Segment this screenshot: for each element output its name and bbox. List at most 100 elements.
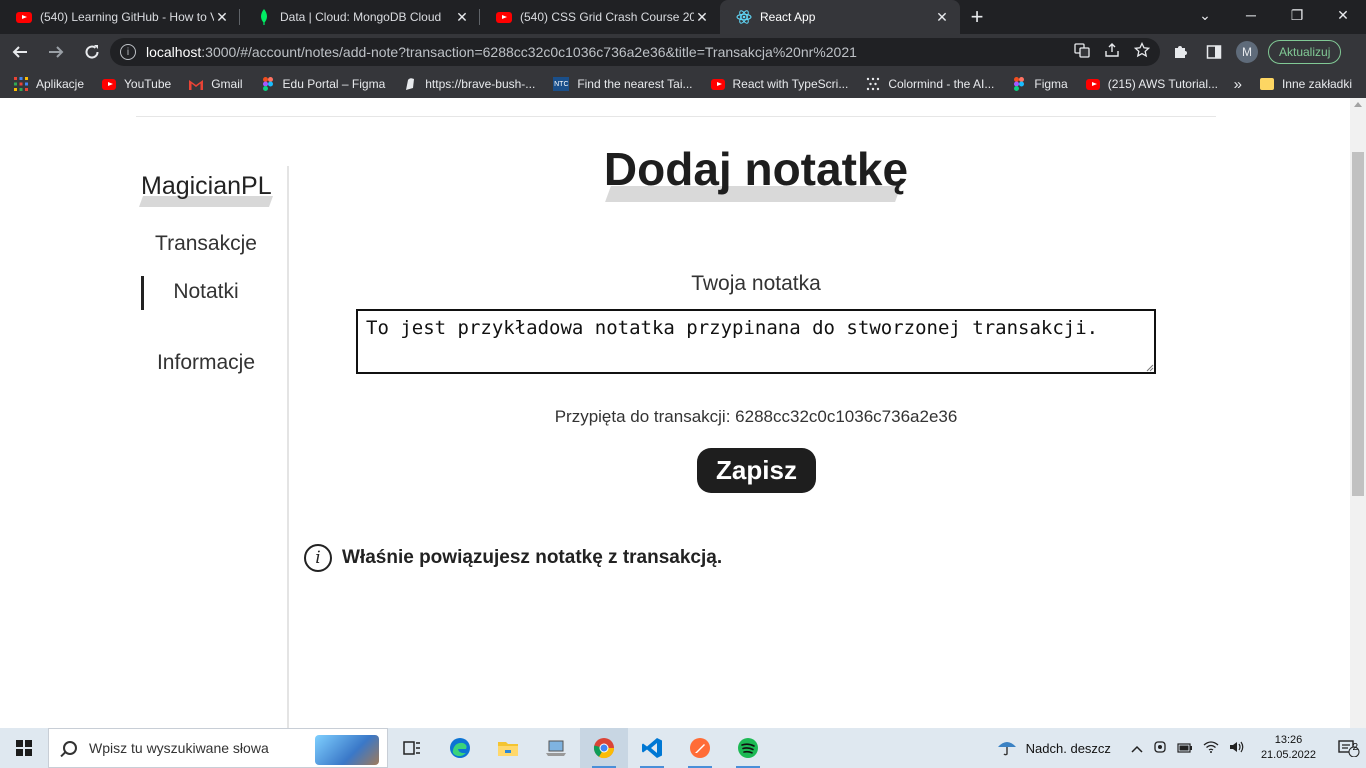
site-info-icon[interactable]: i <box>120 44 136 60</box>
search-highlight-image <box>315 735 379 765</box>
note-textarea[interactable]: To jest przykładowa notatka przypinana d… <box>356 309 1156 374</box>
apps-grid-icon <box>14 77 28 91</box>
scroll-up-arrow-icon[interactable] <box>1354 102 1362 107</box>
youtube-icon <box>496 9 512 25</box>
task-view-icon[interactable] <box>388 728 436 768</box>
attached-prefix: Przypięta do transakcji: <box>554 407 731 426</box>
bookmark-aws-tutorial[interactable]: (215) AWS Tutorial... <box>1085 77 1218 91</box>
bookmark-label: Figma <box>1034 77 1068 91</box>
wifi-icon[interactable] <box>1203 740 1219 756</box>
bookmark-youtube[interactable]: YouTube <box>102 77 171 91</box>
bookmark-label: YouTube <box>124 77 172 91</box>
bookmark-apps[interactable]: Aplikacje <box>14 77 84 91</box>
close-icon[interactable]: ✕ <box>694 9 710 26</box>
meet-now-icon[interactable] <box>1153 740 1167 757</box>
tab-react-app[interactable]: React App ✕ <box>720 0 960 34</box>
notification-center-icon[interactable]: 2 <box>1332 728 1366 768</box>
resize-grip-icon[interactable] <box>1144 362 1154 372</box>
bookmark-edu-portal-figma[interactable]: Edu Portal – Figma <box>261 77 386 91</box>
sidebar-item-transakcje[interactable]: Transakcje <box>141 232 271 256</box>
windows-logo-icon <box>16 740 32 756</box>
start-button[interactable] <box>0 728 48 768</box>
volume-icon[interactable] <box>1229 741 1245 756</box>
battery-icon[interactable] <box>1177 741 1193 756</box>
laptop-app-icon[interactable] <box>532 728 580 768</box>
spotify-icon[interactable] <box>724 728 772 768</box>
bookmark-ntc[interactable]: NTC Find the nearest Tai... <box>553 77 693 91</box>
tab-search-icon[interactable]: ⌄ <box>1182 0 1228 30</box>
forward-arrow-icon[interactable] <box>40 36 72 68</box>
translate-icon[interactable] <box>1074 42 1090 62</box>
url-host: localhost <box>146 44 202 60</box>
side-panel-icon[interactable] <box>1202 38 1226 66</box>
edge-browser-icon[interactable] <box>436 728 484 768</box>
update-button[interactable]: Aktualizuj <box>1268 40 1342 64</box>
sidebar-item-informacje[interactable]: Informacje <box>141 351 271 375</box>
address-bar[interactable]: i localhost:3000/#/account/notes/add-not… <box>110 38 1160 66</box>
brand-logo[interactable]: MagicianPL <box>141 172 272 201</box>
close-window-button[interactable]: ✕ <box>1320 0 1366 30</box>
react-icon <box>736 9 752 25</box>
chrome-icon[interactable] <box>580 728 628 768</box>
bookmark-star-icon[interactable] <box>1133 41 1151 62</box>
bookmark-label: Colormind - the AI... <box>888 77 995 91</box>
taskbar-search[interactable]: Wpisz tu wyszukiwane słowa <box>48 728 388 768</box>
page-scrollbar[interactable] <box>1350 98 1366 728</box>
bookmark-label: Aplikacje <box>36 77 85 91</box>
youtube-icon <box>102 77 117 91</box>
tab-css-grid[interactable]: (540) CSS Grid Crash Course 2022 ✕ <box>480 0 720 34</box>
restore-button[interactable]: ❐ <box>1274 0 1320 30</box>
save-button[interactable]: Zapisz <box>697 448 816 493</box>
search-placeholder: Wpisz tu wyszukiwane słowa <box>89 740 269 756</box>
bookmark-react-typescript[interactable]: React with TypeScri... <box>710 77 848 91</box>
globe-icon <box>403 77 417 91</box>
colormind-icon <box>866 77 880 91</box>
toolbar-actions: M Aktualizuj <box>1168 38 1342 66</box>
extensions-puzzle-icon[interactable] <box>1168 38 1192 66</box>
taskbar-clock[interactable]: 13:26 21.05.2022 <box>1261 733 1316 763</box>
new-tab-button[interactable]: + <box>960 0 994 34</box>
scroll-thumb[interactable] <box>1352 152 1364 496</box>
sidebar-divider <box>287 166 289 728</box>
sidebar-item-notatki[interactable]: Notatki <box>141 280 271 304</box>
url-path: :3000/#/account/notes/add-note?transacti… <box>201 44 857 60</box>
tab-learning-github[interactable]: (540) Learning GitHub - How to V ✕ <box>0 0 240 34</box>
profile-avatar[interactable]: M <box>1236 41 1258 63</box>
bookmark-brave-bush[interactable]: https://brave-bush-... <box>403 77 535 91</box>
share-icon[interactable] <box>1104 42 1120 62</box>
system-tray: Nadch. deszcz 13:26 21.05.2022 2 <box>996 728 1366 768</box>
mongodb-leaf-icon <box>256 9 272 25</box>
notification-count: 2 <box>1352 742 1358 753</box>
bookmark-gmail[interactable]: Gmail <box>189 77 243 91</box>
info-message: i Właśnie powiązujesz notatkę z transakc… <box>304 544 722 572</box>
back-arrow-icon[interactable] <box>4 36 36 68</box>
file-explorer-icon[interactable] <box>484 728 532 768</box>
bookmark-label: Edu Portal – Figma <box>282 77 386 91</box>
more-bookmarks-button[interactable]: » <box>1234 76 1242 93</box>
bookmark-label: (215) AWS Tutorial... <box>1107 77 1218 91</box>
close-icon[interactable]: ✕ <box>454 9 470 26</box>
tab-mongodb-cloud[interactable]: Data | Cloud: MongoDB Cloud ✕ <box>240 0 480 34</box>
close-icon[interactable]: ✕ <box>934 9 950 26</box>
app-page: MagicianPL Transakcje Notatki Informacje… <box>0 98 1350 728</box>
note-label: Twoja notatka <box>691 272 821 295</box>
chevron-up-icon[interactable] <box>1131 741 1143 756</box>
vscode-icon[interactable] <box>628 728 676 768</box>
other-bookmarks-folder[interactable]: Inne zakładki <box>1259 77 1352 91</box>
clock-time: 13:26 <box>1274 734 1303 746</box>
youtube-icon <box>1085 77 1100 91</box>
bookmark-label: https://brave-bush-... <box>425 77 536 91</box>
browser-tab-strip: (540) Learning GitHub - How to V ✕ Data … <box>0 0 1366 34</box>
reload-icon[interactable] <box>76 36 108 68</box>
attached-transaction-info: Przypięta do transakcji: 6288cc32c0c1036… <box>456 407 1056 427</box>
bookmark-figma[interactable]: Figma <box>1012 77 1068 91</box>
transaction-id: 6288cc32c0c1036c736a2e36 <box>735 407 958 426</box>
close-icon[interactable]: ✕ <box>214 9 230 26</box>
figma-icon <box>1012 77 1026 91</box>
postman-icon[interactable] <box>676 728 724 768</box>
bookmark-colormind[interactable]: Colormind - the AI... <box>866 77 994 91</box>
window-controls: ⌄ ─ ❐ ✕ <box>1182 0 1366 34</box>
weather-widget[interactable]: Nadch. deszcz <box>996 737 1111 760</box>
minimize-button[interactable]: ─ <box>1228 0 1274 30</box>
header-divider <box>136 116 1216 117</box>
